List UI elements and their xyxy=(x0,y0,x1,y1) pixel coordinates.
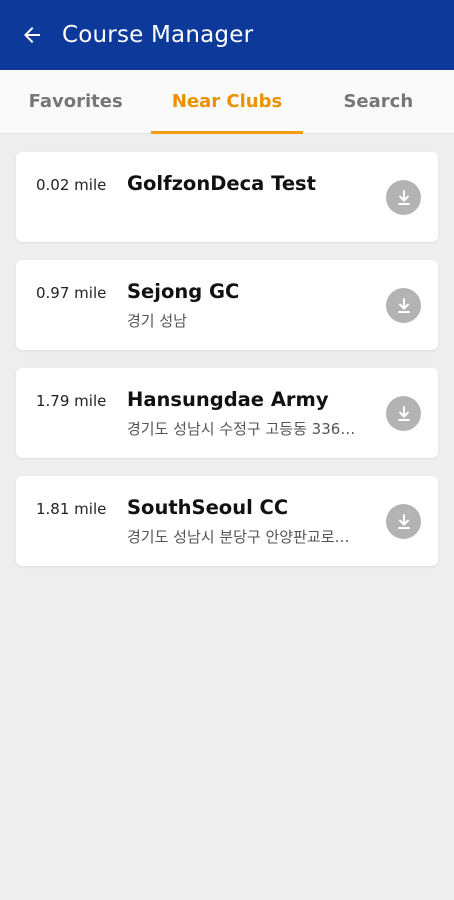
download-icon xyxy=(397,513,410,529)
download-button[interactable] xyxy=(386,504,421,539)
club-distance: 1.79 mile xyxy=(36,392,107,410)
club-name: Hansungdae Army xyxy=(127,388,329,411)
club-address: 경기 성남 xyxy=(127,312,187,330)
download-icon xyxy=(397,405,410,421)
club-address: 경기도 성남시 분당구 안양판교로… xyxy=(127,528,350,546)
tab-near-clubs[interactable]: Near Clubs xyxy=(151,70,303,134)
back-button[interactable] xyxy=(0,0,62,70)
page-title: Course Manager xyxy=(62,22,254,48)
club-card[interactable]: 1.79 mile Hansungdae Army 경기도 성남시 수정구 고등… xyxy=(16,368,438,458)
download-icon xyxy=(397,297,410,313)
club-card[interactable]: 0.02 mile GolfzonDeca Test xyxy=(16,152,438,242)
club-card[interactable]: 0.97 mile Sejong GC 경기 성남 xyxy=(16,260,438,350)
club-distance: 1.81 mile xyxy=(36,500,107,518)
app-bar: Course Manager xyxy=(0,0,454,70)
club-name: GolfzonDeca Test xyxy=(127,172,316,195)
club-distance: 0.02 mile xyxy=(36,176,107,194)
club-address: 경기도 성남시 수정구 고등동 336… xyxy=(127,420,356,438)
download-button[interactable] xyxy=(386,396,421,431)
tab-favorites[interactable]: Favorites xyxy=(0,70,151,133)
club-list: 0.02 mile GolfzonDeca Test 0.97 mile Sej… xyxy=(0,134,454,566)
club-card[interactable]: 1.81 mile SouthSeoul CC 경기도 성남시 분당구 안양판교… xyxy=(16,476,438,566)
download-button[interactable] xyxy=(386,288,421,323)
tab-bar: Favorites Near Clubs Search xyxy=(0,70,454,134)
club-distance: 0.97 mile xyxy=(36,284,107,302)
club-name: SouthSeoul CC xyxy=(127,496,289,519)
download-button[interactable] xyxy=(386,180,421,215)
tab-search[interactable]: Search xyxy=(303,70,454,133)
download-icon xyxy=(397,189,410,205)
club-name: Sejong GC xyxy=(127,280,240,303)
arrow-left-icon xyxy=(24,27,40,43)
